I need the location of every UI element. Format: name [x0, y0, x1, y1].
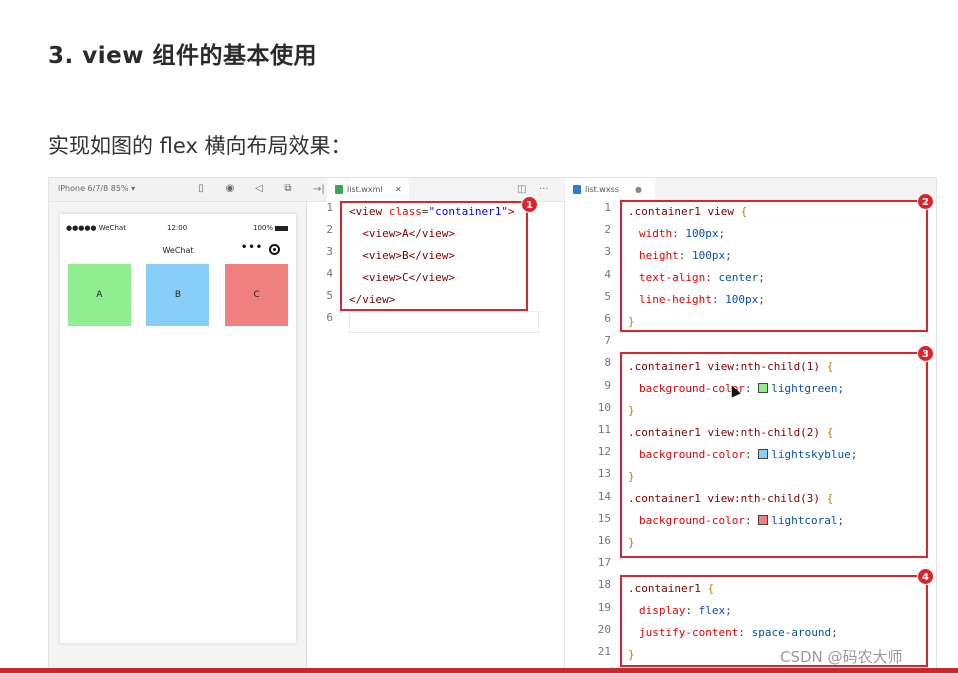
signal-carrier: ●●●●● WeChat	[66, 224, 126, 232]
ide-screenshot: iPhone 6/7/8 85% ▾ ▯ ◉ ◁ ⧉ ●●●●● WeChat …	[48, 177, 937, 669]
code-line[interactable]: .container1 view:nth-child(1) {	[628, 356, 833, 378]
annotation-badge-1: 1	[521, 196, 538, 213]
simulator-toolbar: iPhone 6/7/8 85% ▾ ▯ ◉ ◁ ⧉	[49, 178, 307, 202]
code-line[interactable]: }	[628, 466, 635, 488]
code-line[interactable]: background-color: lightskyblue;	[639, 444, 857, 466]
current-line[interactable]	[349, 311, 539, 333]
line-number: 14	[597, 489, 611, 503]
line-number: 3	[604, 245, 611, 259]
color-swatch[interactable]	[758, 449, 769, 459]
code-line[interactable]: }	[628, 311, 635, 333]
simulator-panel: iPhone 6/7/8 85% ▾ ▯ ◉ ◁ ⧉ ●●●●● WeChat …	[49, 178, 307, 668]
status-bar: ●●●●● WeChat 12:00 100%	[60, 224, 296, 236]
line-number: 1	[604, 201, 611, 214]
tab-label: list.wxml	[347, 185, 383, 194]
line-number: 7	[604, 334, 611, 348]
code-line[interactable]: <view class="container1">	[349, 201, 515, 223]
line-number: 17	[597, 556, 611, 570]
volume-icon[interactable]: ◁	[253, 183, 265, 195]
line-number: 6	[604, 312, 611, 325]
line-number: 19	[597, 600, 611, 614]
code-line[interactable]: </view>	[349, 289, 395, 311]
code-line[interactable]: height: 100px;	[639, 245, 732, 267]
annotation-badge-2: 2	[917, 193, 934, 210]
code-line[interactable]: <view>A</view>	[349, 223, 455, 245]
line-number: 10	[597, 400, 611, 414]
battery-icon	[275, 225, 288, 231]
code-line[interactable]: <view>B</view>	[349, 245, 455, 267]
section-heading: 3. view 组件的基本使用	[48, 43, 317, 69]
watermark: CSDN @码农大师	[780, 648, 903, 666]
device-selector[interactable]: iPhone 6/7/8 85% ▾	[58, 184, 135, 193]
code-line[interactable]: background-color: lightgreen;	[639, 378, 844, 400]
line-number: 16	[597, 534, 611, 547]
line-number: 4	[604, 267, 611, 281]
line-number: 8	[604, 356, 611, 370]
code-line[interactable]: <view>C</view>	[349, 267, 455, 289]
wxss-editor: list.wxss ● 1 2 3 4 5 6 7 8 9 10 11 12 13 14 15 16 17 18 1…	[565, 178, 936, 668]
code-line[interactable]: line-height: 100px;	[639, 289, 765, 311]
code-line[interactable]: }	[628, 400, 635, 422]
line-number: 1	[326, 201, 333, 214]
line-number: 18	[597, 578, 611, 592]
view-box-a: A	[67, 264, 131, 326]
code-line[interactable]: display: flex;	[639, 600, 732, 622]
split-arrow-icon[interactable]: →|	[313, 178, 325, 202]
window-icon[interactable]: ⧉	[282, 183, 294, 195]
tab-list-wxml[interactable]: list.wxml ✕	[327, 178, 409, 202]
line-number: 13	[597, 467, 611, 481]
wxss-tabbar: list.wxss ●	[565, 178, 936, 202]
code-line[interactable]: background-color: lightcoral;	[639, 510, 844, 532]
line-number: 20	[597, 622, 611, 636]
tab-label: list.wxss	[585, 185, 619, 194]
record-icon[interactable]: ◉	[224, 183, 236, 195]
phone-screen: ●●●●● WeChat 12:00 100% WeChat ••• A B C	[60, 214, 296, 643]
flex-container: A B C	[60, 264, 296, 326]
code-line[interactable]: width: 100px;	[639, 223, 725, 245]
line-number: 21	[597, 645, 611, 658]
close-capsule-icon[interactable]	[269, 244, 280, 255]
line-number: 12	[597, 445, 611, 459]
close-tab-icon[interactable]: ✕	[395, 178, 402, 202]
view-box-c: C	[225, 264, 289, 326]
code-line[interactable]: .container1 {	[628, 578, 714, 600]
line-number: 5	[326, 289, 333, 302]
unsaved-dot-icon[interactable]: ●	[635, 178, 642, 202]
wxml-editor: →| list.wxml ✕ ◫ ··· 1 2 3 4 5 6 <view c…	[307, 178, 565, 668]
battery-status: 100%	[253, 224, 288, 232]
code-line[interactable]: }	[628, 532, 635, 554]
code-line[interactable]: .container1 view {	[628, 201, 747, 223]
code-line[interactable]: justify-content: space-around;	[639, 622, 838, 644]
tab-list-wxss[interactable]: list.wxss ●	[565, 178, 655, 202]
line-number: 11	[597, 423, 611, 436]
line-number: 2	[326, 223, 333, 236]
wxml-file-icon	[335, 185, 343, 194]
view-box-b: B	[146, 264, 210, 326]
line-number: 15	[597, 511, 611, 525]
annotation-badge-3: 3	[917, 345, 934, 362]
phone-icon[interactable]: ▯	[195, 183, 207, 195]
more-dots-icon[interactable]: •••	[241, 242, 263, 253]
wxss-file-icon	[573, 185, 581, 194]
line-number: 4	[326, 267, 333, 280]
code-line[interactable]: }	[628, 644, 635, 666]
code-line[interactable]: .container1 view:nth-child(3) {	[628, 488, 833, 510]
code-line[interactable]: text-align: center;	[639, 267, 765, 289]
annotation-badge-4: 4	[917, 568, 934, 585]
bottom-rule	[0, 668, 958, 673]
battery-percent: 100%	[252, 224, 273, 232]
color-swatch[interactable]	[758, 515, 769, 525]
code-line[interactable]: .container1 view:nth-child(2) {	[628, 422, 833, 444]
status-time: 12:00	[167, 224, 188, 232]
more-actions-icon[interactable]: ···	[539, 178, 549, 202]
line-number: 5	[604, 289, 611, 303]
line-number: 2	[604, 223, 611, 237]
task-description: 实现如图的 flex 横向布局效果：	[48, 134, 352, 158]
line-number: 6	[326, 311, 333, 324]
line-number: 9	[604, 378, 611, 392]
color-swatch[interactable]	[758, 383, 769, 393]
line-number: 3	[326, 245, 333, 258]
